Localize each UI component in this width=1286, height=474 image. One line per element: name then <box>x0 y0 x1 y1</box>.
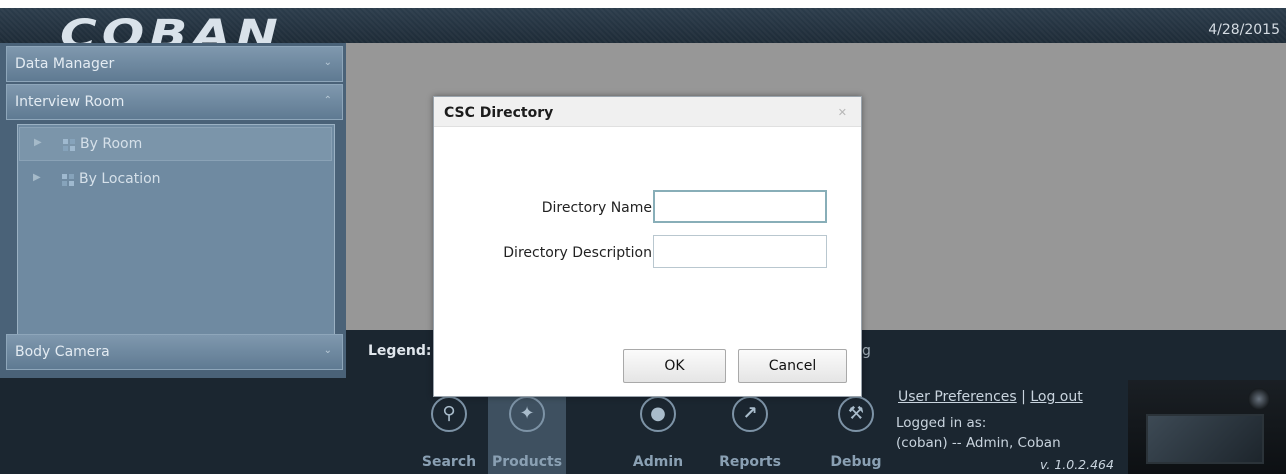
device-lens <box>1248 388 1270 410</box>
accordion-interview-room[interactable]: Interview Room ⌃ <box>6 84 343 120</box>
chevron-down-icon: ⌄ <box>323 57 332 68</box>
tree-item-by-room[interactable]: ▶ By Room <box>19 127 332 161</box>
admin-icon: ● <box>640 396 676 432</box>
nav-label: Search <box>421 454 477 470</box>
directory-description-label: Directory Description <box>503 245 652 261</box>
sidebar: Data Manager ⌄ Interview Room ⌃ ▶ By Roo… <box>0 43 346 378</box>
tree-item-label: By Room <box>80 136 143 152</box>
close-icon[interactable]: ✕ <box>838 106 847 119</box>
logout-link[interactable]: Log out <box>1030 389 1082 405</box>
legend-partial-text: g <box>862 343 871 359</box>
logged-in-label: Logged in as: <box>896 415 987 431</box>
current-date: 4/28/2015 <box>1208 22 1280 38</box>
tree-item-label: By Location <box>79 171 161 187</box>
accordion-label: Body Camera <box>15 344 110 360</box>
app-header: COBAN 4/28/2015 <box>0 8 1286 44</box>
nav-label: Reports <box>719 454 781 470</box>
logged-in-user: (coban) -- Admin, Coban <box>896 435 1061 451</box>
csc-directory-dialog: CSC Directory ✕ Directory Name Directory… <box>433 96 862 397</box>
debug-icon: ⚒ <box>838 396 874 432</box>
user-links: User Preferences | Log out <box>898 389 1083 405</box>
nav-search[interactable]: ⚲ Search <box>410 388 488 474</box>
chevron-down-icon: ⌄ <box>323 345 332 356</box>
directory-description-input[interactable] <box>653 235 827 268</box>
top-strip <box>0 0 1286 8</box>
location-group-icon <box>62 174 74 186</box>
expand-arrow-icon[interactable]: ▶ <box>33 172 41 183</box>
chevron-up-icon: ⌃ <box>323 95 332 106</box>
cancel-button[interactable]: Cancel <box>738 349 847 383</box>
user-preferences-link[interactable]: User Preferences <box>898 389 1017 405</box>
nav-label: Admin <box>632 454 684 470</box>
nav-label: Debug <box>830 454 882 470</box>
coban-logo: COBAN <box>60 16 290 44</box>
nav-reports[interactable]: ↗ Reports <box>711 388 789 474</box>
accordion-label: Interview Room <box>15 94 125 110</box>
device-image <box>1128 380 1286 474</box>
nav-products[interactable]: ✦ Products <box>488 388 566 474</box>
nav-admin[interactable]: ● Admin <box>619 388 697 474</box>
version-label: v. 1.0.2.464 <box>1040 457 1114 472</box>
tree-item-by-location[interactable]: ▶ By Location <box>19 163 332 197</box>
ok-button[interactable]: OK <box>623 349 726 383</box>
accordion-data-manager[interactable]: Data Manager ⌄ <box>6 46 343 82</box>
dialog-title: CSC Directory <box>444 105 554 121</box>
directory-name-input[interactable] <box>653 190 827 223</box>
accordion-label: Data Manager <box>15 56 115 72</box>
accordion-body-camera[interactable]: Body Camera ⌄ <box>6 334 343 370</box>
device-screen <box>1146 414 1264 464</box>
dialog-title-bar: CSC Directory ✕ <box>434 97 861 127</box>
interview-room-tree: ▶ By Room ▶ By Location <box>17 124 335 369</box>
expand-arrow-icon[interactable]: ▶ <box>34 137 42 148</box>
search-icon: ⚲ <box>431 396 467 432</box>
link-separator: | <box>1021 389 1026 405</box>
reports-icon: ↗ <box>732 396 768 432</box>
nav-debug[interactable]: ⚒ Debug <box>817 388 895 474</box>
nav-label: Products <box>491 454 563 470</box>
products-icon: ✦ <box>509 396 545 432</box>
legend-label: Legend: <box>368 343 432 359</box>
logo-text: COBAN <box>60 16 283 44</box>
directory-name-label: Directory Name <box>541 200 652 216</box>
logged-in-info: Logged in as: (coban) -- Admin, Coban <box>896 413 1061 453</box>
room-group-icon <box>63 139 75 151</box>
